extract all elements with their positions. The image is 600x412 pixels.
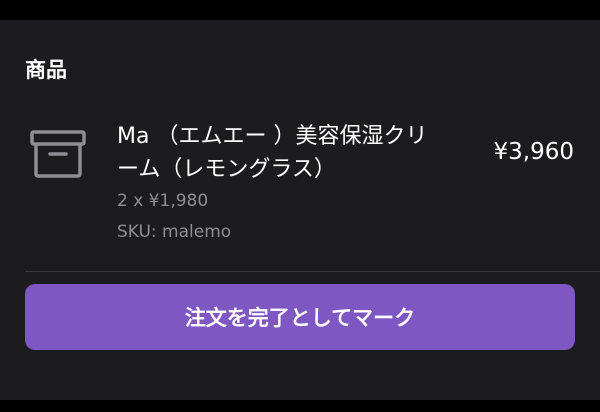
product-quantity-price: 2 x ¥1,980 bbox=[117, 191, 209, 211]
section-title: 商品 bbox=[25, 58, 67, 82]
archive-box-icon bbox=[28, 124, 88, 184]
product-line-total: ¥3,960 bbox=[493, 139, 574, 165]
divider bbox=[25, 271, 600, 272]
product-row[interactable]: Ma （エムエー ）美容保湿クリーム（レモングラス） 2 x ¥1,980 SK… bbox=[0, 120, 600, 270]
product-sku: SKU: malemo bbox=[117, 222, 232, 242]
top-edge bbox=[0, 0, 600, 20]
bottom-edge bbox=[0, 400, 600, 412]
product-name: Ma （エムエー ）美容保湿クリーム（レモングラス） bbox=[117, 124, 428, 182]
mark-as-complete-button[interactable]: 注文を完了としてマーク bbox=[25, 284, 575, 350]
